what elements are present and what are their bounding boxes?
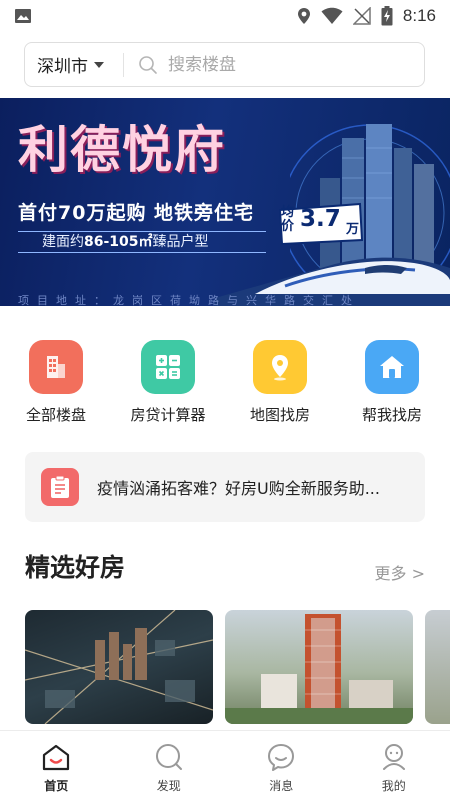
status-time: 8:16 <box>402 6 436 25</box>
search-input[interactable] <box>168 54 408 75</box>
quick-entry-label: 房贷计算器 <box>130 406 206 424</box>
home-smile-icon <box>43 744 70 771</box>
more-link[interactable]: 更多 > <box>375 560 426 584</box>
location-icon <box>297 8 310 24</box>
message-icon <box>268 744 295 771</box>
status-bar: 8:16 <box>0 0 450 32</box>
quick-entry-label: 帮我找房 <box>361 406 422 424</box>
battery-charging-icon <box>381 6 393 26</box>
area-prefix: 建面约 <box>42 234 84 250</box>
home-icon <box>365 340 419 394</box>
search-divider <box>123 52 124 77</box>
clipboard-icon <box>41 468 79 506</box>
map-pin-icon <box>253 340 307 394</box>
section-title: 精选好房 <box>25 553 126 582</box>
nav-messages[interactable]: 消息 <box>225 731 338 800</box>
aerial-city-image <box>25 610 213 724</box>
quick-entry-label: 全部楼盘 <box>25 406 86 424</box>
bottom-nav: 首页 发现 消息 我的 <box>0 730 450 800</box>
calculator-icon <box>141 340 195 394</box>
banner-title: 利德悦府 <box>18 120 226 179</box>
nav-home[interactable]: 首页 <box>0 731 113 800</box>
promo-banner[interactable]: 利德悦府 均价 3.7 万 首付70万起购 地铁旁住宅 建面约86-105㎡臻品… <box>0 98 450 306</box>
quick-entry-map[interactable]: 地图找房 <box>224 340 336 425</box>
quick-entry-all-listings[interactable]: 全部楼盘 <box>0 340 112 425</box>
search-icon <box>139 55 157 74</box>
city-selector[interactable]: 深圳市 <box>25 43 123 86</box>
banner-area: 建面约86-105㎡臻品户型 <box>18 231 266 253</box>
nav-profile[interactable]: 我的 <box>338 731 450 800</box>
area-value: 86-105㎡ <box>84 234 153 250</box>
notice-text: 疫情汹涌拓客难？好房U购全新服务助... <box>97 479 380 498</box>
no-signal-icon <box>352 7 371 25</box>
price-label: 均价 <box>281 205 295 234</box>
area-suffix: 臻品户型 <box>152 234 209 250</box>
nav-label: 发现 <box>156 779 181 793</box>
price-unit: 万 <box>346 222 360 237</box>
featured-card[interactable] <box>225 610 413 724</box>
nav-label: 我的 <box>381 779 406 793</box>
quick-entry-grid: 全部楼盘 房贷计算器 地图找房 帮我找房 <box>0 340 450 425</box>
image-icon <box>15 9 31 23</box>
wifi-icon <box>321 7 343 24</box>
buildings-icon <box>29 340 83 394</box>
notice-banner[interactable]: 疫情汹涌拓客难？好房U购全新服务助... <box>25 452 425 522</box>
tower-render-image <box>225 614 413 724</box>
quick-entry-calculator[interactable]: 房贷计算器 <box>112 340 224 425</box>
search-bar: 深圳市 <box>24 42 425 87</box>
profile-icon <box>382 744 405 770</box>
discover-icon <box>155 744 182 770</box>
quick-entry-label: 地图找房 <box>249 406 310 424</box>
nav-discover[interactable]: 发现 <box>113 731 226 800</box>
city-label: 深圳市 <box>37 57 88 77</box>
nav-label: 首页 <box>44 779 69 793</box>
nav-label: 消息 <box>269 779 294 793</box>
featured-card[interactable] <box>25 610 213 724</box>
quick-entry-help-find[interactable]: 帮我找房 <box>336 340 448 425</box>
featured-card[interactable] <box>425 610 450 724</box>
banner-footer: 项目地址：龙岗区荷坳路与兴华路交汇处 <box>18 294 360 306</box>
price-value: 3.7 <box>300 206 341 232</box>
chevron-down-icon <box>94 61 104 68</box>
banner-slogan: 首付70万起购 地铁旁住宅 <box>18 202 255 224</box>
